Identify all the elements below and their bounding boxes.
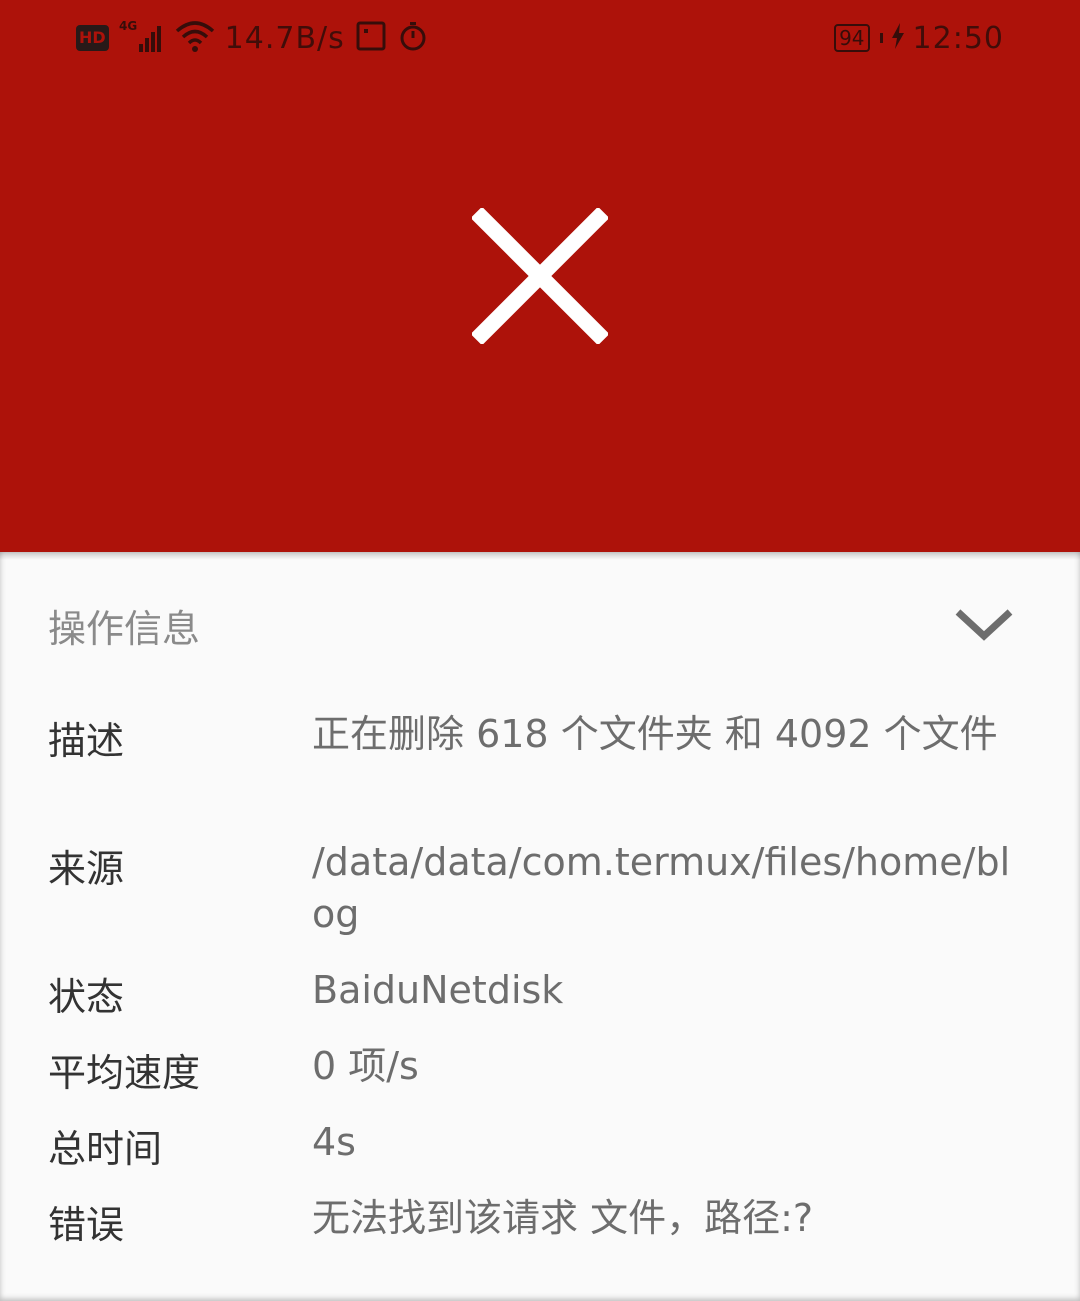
collapse-button[interactable] [948,596,1020,652]
notification-icon [355,20,387,56]
status-label: 状态 [48,975,125,1019]
chevron-down-icon [955,609,1013,641]
panel-title: 操作信息 [48,607,201,651]
panel-divider [0,552,1080,560]
battery-tip [879,33,883,43]
status-value: BaiduNetdisk [312,968,564,1012]
total-time-value: 4s [312,1120,356,1164]
charging-icon [891,23,905,53]
battery-level: 94 [839,26,865,50]
description-value: 正在删除 618 个文件夹 和 4092 个文件 [312,712,998,756]
close-icon [470,206,610,346]
source-value: /data/data/com.termux/files/home/blog [312,840,1011,936]
description-label: 描述 [48,719,125,763]
wifi-icon [175,19,215,57]
average-speed-value: 0 项/s [312,1044,419,1088]
status-bar: HD 4G 14.7B/s 94 12:50 [0,0,1080,76]
operation-header: HD 4G 14.7B/s 94 12:50 [0,0,1080,552]
signal-icon: 4G [119,18,165,58]
total-time-label: 总时间 [48,1127,163,1171]
battery-indicator: 94 [834,24,870,52]
network-type-label: 4G [119,19,137,33]
net-speed: 14.7B/s [224,20,345,56]
error-label: 错误 [48,1203,125,1247]
timer-icon [397,20,429,56]
error-value: 无法找到该请求 文件，路径:? [312,1196,814,1240]
hd-badge: HD [76,25,109,51]
clock: 12:50 [912,20,1004,56]
average-speed-label: 平均速度 [48,1051,201,1095]
source-label: 来源 [48,847,125,891]
